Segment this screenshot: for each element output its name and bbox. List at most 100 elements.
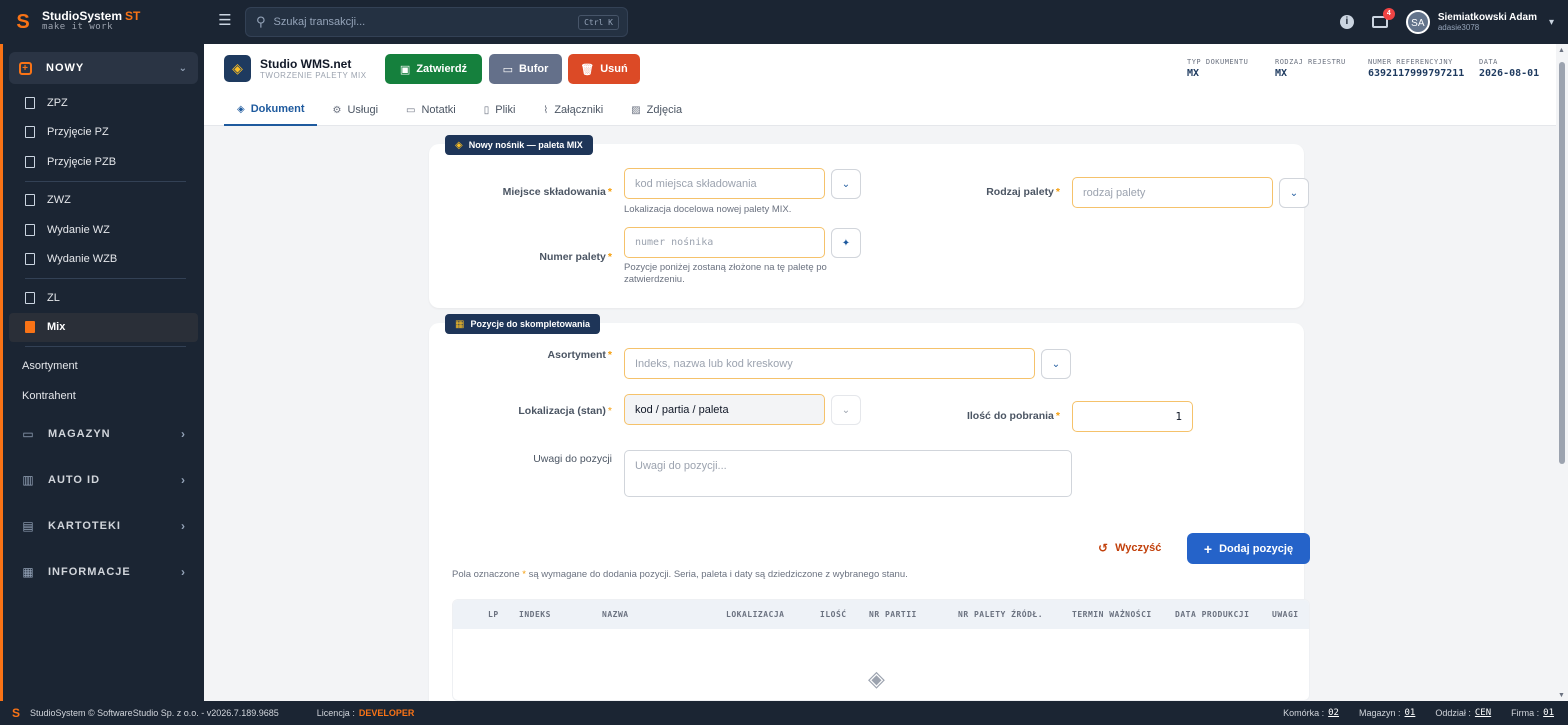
- column-uwagi[interactable]: UWAGI: [1272, 610, 1299, 619]
- sidebar-section-auto-id[interactable]: ▥ AUTO ID ›: [3, 457, 204, 503]
- tab-zalaczniki[interactable]: ⌇ Załączniki: [530, 94, 616, 126]
- assortment-label: Asortyment *: [547, 349, 612, 361]
- table-header: LP INDEKS NAZWA LOKALIZACJA ILOŚĆ NR PAR…: [453, 600, 1309, 629]
- search-input[interactable]: Szukaj transakcji...: [274, 16, 579, 28]
- document-header: ◈ Studio WMS.net TWORZENIE PALETY MIX ▣ Z…: [204, 44, 1556, 126]
- pallet-type-label: Rodzaj palety *: [986, 186, 1060, 198]
- generate-number-button[interactable]: ✦: [831, 228, 861, 258]
- search-shortcut: Ctrl K: [578, 14, 619, 30]
- cell-value[interactable]: 02: [1328, 708, 1339, 718]
- delete-button[interactable]: 🗑 Usuń: [568, 54, 640, 84]
- column-termin-waznosci[interactable]: TERMIN WAŻNOŚCI: [1072, 610, 1152, 619]
- document-icon: [25, 96, 35, 109]
- notes-textarea[interactable]: Uwagi do pozycji...: [624, 450, 1072, 497]
- branch-label: Oddział :: [1435, 708, 1471, 718]
- sidebar-item-mix[interactable]: Mix: [9, 312, 198, 342]
- sidebar-item-przyjecie-pz[interactable]: Przyjęcie PZ: [3, 118, 204, 148]
- chevron-down-icon: ⌄: [1051, 358, 1061, 370]
- location-input[interactable]: kod / partia / paleta: [624, 394, 825, 425]
- brand-suffix: ST: [125, 9, 141, 23]
- assortment-dropdown-button[interactable]: ⌄: [1041, 349, 1071, 379]
- empty-layers-icon: ◈: [868, 666, 885, 691]
- chevron-down-icon: ⌄: [178, 62, 188, 74]
- column-indeks[interactable]: INDEKS: [519, 610, 551, 619]
- tab-zdjecia[interactable]: ▨ Zdjęcia: [618, 94, 695, 126]
- add-item-button[interactable]: + Dodaj pozycję: [1187, 533, 1310, 564]
- card-tag-items: ▦ Pozycje do skompletowania: [445, 314, 600, 334]
- menu-collapse-icon[interactable]: ☰: [217, 13, 233, 29]
- confirm-button[interactable]: ▣ Zatwierdź: [385, 54, 482, 84]
- sidebar-section-kartoteki[interactable]: ▤ KARTOTEKI ›: [3, 503, 204, 549]
- tab-pliki[interactable]: ▯ Pliki: [471, 94, 529, 126]
- assortment-input[interactable]: Indeks, nazwa lub kod kreskowy: [624, 348, 1035, 379]
- license-value: DEVELOPER: [358, 708, 415, 718]
- storage-input[interactable]: kod miejsca składowania: [624, 168, 825, 199]
- column-data-produkcji[interactable]: DATA PRODUKCJI: [1175, 610, 1249, 619]
- storage-hint: Lokalizacja docelowa nowej palety MIX.: [624, 204, 792, 215]
- sidebar-item-zl[interactable]: ZL: [3, 283, 204, 313]
- top-bar: S StudioSystem ST make it work ☰ ⚲ Szukaj…: [0, 0, 1568, 44]
- tab-notatki[interactable]: ▭ Notatki: [393, 94, 469, 126]
- sidebar-item-kontrahent[interactable]: Kontrahent: [3, 381, 204, 411]
- pallet-number-input[interactable]: numer nośnika: [624, 227, 825, 258]
- sidebar-item-wydanie-wz[interactable]: Wydanie WZ: [3, 215, 204, 245]
- notification-badge: 4: [1382, 8, 1395, 20]
- license-label: Licencja :: [316, 708, 355, 718]
- chevron-right-icon: ›: [181, 473, 186, 487]
- mail-icon[interactable]: 4: [1371, 8, 1395, 28]
- clear-button[interactable]: ↺ Wyczyść: [1098, 541, 1161, 555]
- sidebar-item-asortyment[interactable]: Asortyment: [3, 351, 204, 381]
- warehouse-value[interactable]: 01: [1405, 708, 1416, 718]
- quantity-label: Ilość do pobrania *: [966, 410, 1060, 422]
- sidebar-section-nowy[interactable]: + NOWY ⌄: [9, 52, 198, 84]
- sidebar-item-wydanie-wzb[interactable]: Wydanie WZB: [3, 245, 204, 275]
- user-menu[interactable]: Siemiatkowski Adam adasie3078: [1438, 12, 1537, 32]
- column-nr-palety-zrodl[interactable]: NR PALETY ŹRÓDŁ.: [958, 610, 1043, 619]
- plus-icon: +: [1203, 540, 1213, 557]
- user-login: adasie3078: [1437, 23, 1480, 32]
- pallet-type-input[interactable]: rodzaj palety: [1072, 177, 1273, 208]
- column-nr-partii[interactable]: NR PARTII: [869, 610, 917, 619]
- search-icon: ⚲: [256, 14, 266, 29]
- company-value[interactable]: 01: [1543, 708, 1554, 718]
- meta-doc-type: TYP DOKUMENTU MX: [1187, 58, 1249, 79]
- quantity-input[interactable]: 1: [1072, 401, 1193, 432]
- sidebar-item-zpz[interactable]: ZPZ: [3, 88, 204, 118]
- sidebar-item-przyjecie-pzb[interactable]: Przyjęcie PZB: [3, 147, 204, 177]
- required-fields-note: Pola oznaczone * są wymagane do dodania …: [452, 569, 908, 580]
- app-title: Studio WMS.net: [260, 57, 352, 71]
- layers-icon: ◈: [237, 103, 245, 115]
- meta-reference-number: NUMER REFERENCYJNY 6392117999797211: [1368, 58, 1465, 79]
- buffer-button[interactable]: ▭ Bufor: [489, 54, 562, 84]
- search-box[interactable]: ⚲ Szukaj transakcji... Ctrl K: [245, 7, 628, 37]
- column-nazwa[interactable]: NAZWA: [602, 610, 629, 619]
- divider: [25, 346, 186, 347]
- tab-uslugi[interactable]: ⚙ Usługi: [319, 94, 391, 126]
- chevron-right-icon: ›: [181, 427, 186, 441]
- meta-register-type: RODZAJ REJESTRU MX: [1275, 58, 1346, 79]
- sidebar-item-zwz[interactable]: ZWZ: [3, 186, 204, 216]
- document-icon: [25, 223, 35, 236]
- column-ilosc[interactable]: ILOŚĆ: [820, 610, 847, 619]
- scrollbar[interactable]: ▲ ▼: [1556, 44, 1568, 701]
- info-icon[interactable]: i: [1339, 15, 1354, 29]
- brand-logo[interactable]: S StudioSystem ST make it work: [0, 0, 205, 44]
- tab-dokument[interactable]: ◈ Dokument: [224, 94, 318, 126]
- scrollbar-thumb[interactable]: [1559, 62, 1565, 464]
- notes-label: Uwagi do pozycji: [533, 453, 612, 465]
- copyright: StudioSystem © SoftwareStudio Sp. z o.o.…: [30, 708, 279, 718]
- chevron-down-icon[interactable]: ▾: [1549, 17, 1554, 28]
- scroll-down-icon[interactable]: ▼: [1558, 692, 1565, 699]
- column-lp[interactable]: LP: [488, 610, 499, 619]
- scroll-up-icon[interactable]: ▲: [1558, 47, 1565, 54]
- avatar[interactable]: SA: [1405, 10, 1430, 34]
- pallet-type-dropdown-button[interactable]: ⌄: [1279, 178, 1309, 208]
- branch-value[interactable]: CEN: [1475, 708, 1491, 718]
- sidebar-section-informacje[interactable]: ▦ INFORMACJE ›: [3, 549, 204, 595]
- sidebar-section-magazyn[interactable]: ▭ MAGAZYN ›: [3, 411, 204, 457]
- magic-wand-icon: ✦: [841, 237, 851, 249]
- location-dropdown-button[interactable]: ⌄: [831, 395, 861, 425]
- card-tag-new-carrier: ◈ Nowy nośnik — paleta MIX: [445, 135, 593, 155]
- column-lokalizacja[interactable]: LOKALIZACJA: [726, 610, 784, 619]
- storage-dropdown-button[interactable]: ⌄: [831, 169, 861, 199]
